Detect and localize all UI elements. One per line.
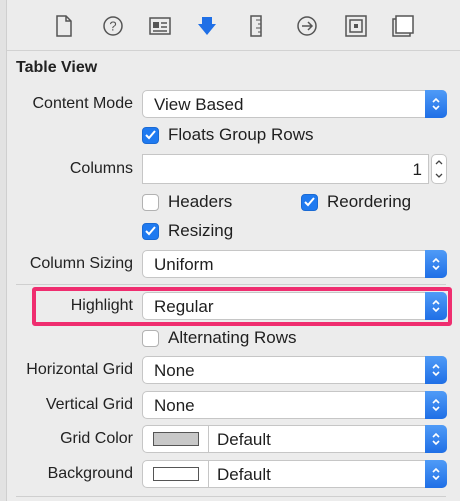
background-swatch[interactable] — [153, 467, 199, 481]
section-title: Table View — [16, 59, 98, 76]
headers-label: Headers — [168, 192, 233, 211]
background-popup[interactable]: Default — [142, 460, 447, 488]
popup-arrows-icon — [425, 425, 447, 453]
stepper-down-icon[interactable] — [435, 173, 443, 179]
stepper-up-icon[interactable] — [435, 159, 443, 165]
popup-arrows-icon — [425, 356, 447, 384]
popup-arrows-icon — [425, 391, 447, 419]
grid-color-swatch[interactable] — [153, 432, 199, 446]
popup-arrows-icon — [425, 250, 447, 278]
svg-text:?: ? — [109, 19, 116, 34]
identity-icon[interactable] — [147, 13, 173, 39]
inspector-toolbar: ? — [7, 0, 460, 51]
divider — [16, 284, 446, 285]
columns-stepper[interactable] — [431, 154, 447, 184]
annotation-highlight-box — [32, 287, 452, 326]
checkmark-icon — [142, 222, 159, 240]
connections-icon[interactable] — [294, 13, 320, 39]
reordering-label: Reordering — [327, 192, 412, 211]
grid-color-value: Default — [217, 430, 271, 449]
horizontal-grid-value: None — [154, 361, 195, 380]
help-icon[interactable]: ? — [100, 13, 126, 39]
view-effects-icon[interactable] — [390, 13, 416, 39]
content-mode-popup[interactable]: View Based — [142, 90, 447, 118]
resizing-label: Resizing — [168, 221, 234, 240]
resizing-checkbox[interactable]: Resizing — [142, 221, 233, 241]
reordering-checkbox[interactable]: Reordering — [301, 192, 411, 212]
ruler-icon[interactable] — [243, 13, 269, 39]
background-value: Default — [217, 465, 271, 484]
column-sizing-value: Uniform — [154, 255, 214, 274]
vertical-grid-label: Vertical Grid — [45, 396, 133, 413]
divider — [16, 496, 446, 497]
popup-arrows-icon — [425, 90, 447, 118]
vertical-grid-popup[interactable]: None — [142, 391, 447, 419]
columns-label: Columns — [69, 160, 133, 177]
alternating-rows-checkbox[interactable]: Alternating Rows — [142, 328, 297, 348]
grid-color-popup[interactable]: Default — [142, 425, 447, 453]
content-mode-value: View Based — [154, 95, 244, 114]
vertical-grid-value: None — [154, 396, 195, 415]
background-label: Background — [47, 465, 133, 482]
columns-field[interactable]: 1 — [142, 154, 429, 184]
left-panel-edge — [0, 0, 7, 501]
bindings-icon[interactable] — [343, 13, 369, 39]
floats-group-rows-checkbox[interactable]: Floats Group Rows — [142, 125, 314, 145]
checkmark-icon — [301, 193, 318, 211]
grid-color-label: Grid Color — [60, 430, 133, 447]
column-sizing-popup[interactable]: Uniform — [142, 250, 447, 278]
column-sizing-label: Column Sizing — [29, 255, 133, 272]
floats-group-rows-label: Floats Group Rows — [168, 125, 314, 144]
alternating-rows-label: Alternating Rows — [168, 328, 297, 347]
popup-arrows-icon — [425, 460, 447, 488]
checkmark-icon — [142, 126, 159, 144]
headers-checkbox[interactable]: Headers — [142, 192, 232, 212]
content-mode-label: Content Mode — [32, 95, 133, 112]
horizontal-grid-popup[interactable]: None — [142, 356, 447, 384]
attributes-icon[interactable] — [194, 13, 220, 39]
horizontal-grid-label: Horizontal Grid — [26, 361, 133, 378]
file-icon[interactable] — [51, 13, 77, 39]
columns-value: 1 — [412, 160, 422, 179]
